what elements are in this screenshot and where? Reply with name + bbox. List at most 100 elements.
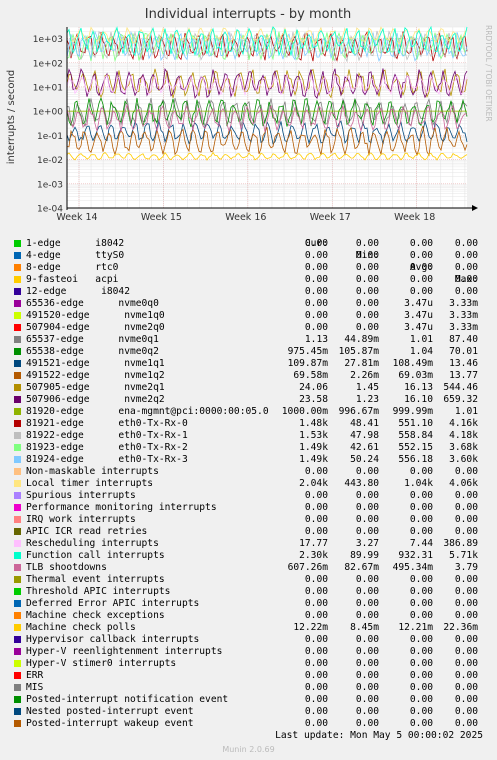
series-name: Nested posted-interrupt event <box>26 706 194 717</box>
legend-swatch <box>14 360 21 367</box>
legend: Cur: Min: Avg: Max: 1-edge i8042 0.00 0.00… <box>0 226 497 730</box>
series-max: 0.00 <box>454 634 478 645</box>
legend-swatch <box>14 300 21 307</box>
legend-swatch <box>14 708 21 715</box>
legend-swatch <box>14 600 21 607</box>
legend-swatch <box>14 396 21 403</box>
series-max: 70.01 <box>449 346 478 357</box>
legend-row: 491521-edge nvme1q1 109.87m 27.81m 108.49m 1… <box>0 358 497 370</box>
legend-swatch <box>14 276 21 283</box>
legend-swatch <box>14 528 21 535</box>
legend-row: 491520-edge nvme1q0 0.00 0.00 3.47u 3.33m <box>0 310 497 322</box>
legend-row: Rescheduling interrupts 17.77 3.27 7.44 386.… <box>0 538 497 550</box>
legend-row: Hyper-V reenlightenment interrupts 0.00 0.… <box>0 646 497 658</box>
legend-swatch <box>14 684 21 691</box>
series-name: MIS <box>26 682 44 693</box>
series-name: Performance monitoring interrupts <box>26 502 217 513</box>
y-tick-label: 1e+03 <box>33 35 63 45</box>
legend-swatch <box>14 408 21 415</box>
legend-swatch <box>14 240 21 247</box>
series-name: 1-edge i8042 <box>26 238 125 249</box>
series-name: 12-edge i8042 <box>26 286 130 297</box>
series-name: Thermal event interrupts <box>26 574 165 585</box>
y-tick-label: 1e+00 <box>33 108 64 118</box>
legend-row: Spurious interrupts 0.00 0.00 0.00 0.00 <box>0 490 497 502</box>
series-max: 0.00 <box>454 250 478 261</box>
series-max: 3.68k <box>449 442 478 453</box>
series-name: 81921-edge eth0-Tx-Rx-0 <box>26 418 188 429</box>
series-max: 4.18k <box>449 430 478 441</box>
series-max: 0.00 <box>454 466 478 477</box>
legend-row: Local timer interrupts 2.04k 443.80 1.04k 4.… <box>0 478 497 490</box>
series-name: Hyper-V stimer0 interrupts <box>26 658 177 669</box>
series-name: APIC ICR read retries <box>26 526 148 537</box>
legend-row: Posted-interrupt wakeup event 0.00 0.00 0.0… <box>0 718 497 730</box>
legend-row: 507905-edge nvme2q1 24.06 1.45 16.13 544.46 <box>0 382 497 394</box>
series-max: 0.00 <box>454 706 478 717</box>
legend-row: 1-edge i8042 0.00 0.00 0.00 0.00 <box>0 238 497 250</box>
x-tick-label: Week 16 <box>225 212 266 223</box>
series-name: 507906-edge nvme2q2 <box>26 394 165 405</box>
legend-row: Non-maskable interrupts 0.00 0.00 0.00 0.00 <box>0 466 497 478</box>
legend-row: 81924-edge eth0-Tx-Rx-3 1.49k 50.24 556.18 3… <box>0 454 497 466</box>
series-name: 65537-edge nvme0q1 <box>26 334 159 345</box>
series-name: 507904-edge nvme2q0 <box>26 322 165 333</box>
y-tick-label: 1e+01 <box>33 83 63 93</box>
series-max: 0.00 <box>454 718 478 729</box>
series-max: 3.60k <box>449 454 478 465</box>
series-max: 3.33m <box>449 310 478 321</box>
series-max: 0.00 <box>454 238 478 249</box>
legend-row: ERR 0.00 0.00 0.00 0.00 <box>0 670 497 682</box>
series-max: 0.00 <box>454 682 478 693</box>
x-axis-arrow <box>472 205 478 211</box>
series-max: 0.00 <box>454 646 478 657</box>
legend-swatch <box>14 432 21 439</box>
legend-row: Machine check polls 12.22m 8.45m 12.21m 22.3… <box>0 622 497 634</box>
legend-row: 81922-edge eth0-Tx-Rx-1 1.53k 47.98 558.84 4… <box>0 430 497 442</box>
legend-row: 65536-edge nvme0q0 0.00 0.00 3.47u 3.33m <box>0 298 497 310</box>
series-max: 386.89 <box>443 538 478 549</box>
x-tick-label: Week 14 <box>56 212 97 223</box>
series-name: Rescheduling interrupts <box>26 538 159 549</box>
series-max: 87.40 <box>449 334 478 345</box>
series-max: 0.00 <box>454 586 478 597</box>
legend-row: TLB shootdowns 607.26m 82.67m 495.34m 3.79 <box>0 562 497 574</box>
series-max: 659.32 <box>443 394 478 405</box>
legend-row: Performance monitoring interrupts 0.00 0.0… <box>0 502 497 514</box>
munin-version: Munin 2.0.69 <box>222 745 275 754</box>
legend-row: 8-edge rtc0 0.00 0.00 0.00 0.00 <box>0 262 497 274</box>
series-max: 13.77 <box>449 370 478 381</box>
series-name: Posted-interrupt wakeup event <box>26 718 194 729</box>
series-name: Machine check polls <box>26 622 136 633</box>
series-name: Non-maskable interrupts <box>26 466 159 477</box>
y-tick-label: 1e-02 <box>37 156 63 166</box>
legend-swatch <box>14 480 21 487</box>
series-name: 4-edge ttyS0 <box>26 250 125 261</box>
series-max: 4.16k <box>449 418 478 429</box>
series-name: Posted-interrupt notification event <box>26 694 229 705</box>
last-update: Last update: Mon May 5 00:00:02 2025 <box>275 730 483 741</box>
series-name: 65538-edge nvme0q2 <box>26 346 159 357</box>
legend-swatch <box>14 504 21 511</box>
legend-row: MIS 0.00 0.00 0.00 0.00 <box>0 682 497 694</box>
legend-row: 491522-edge nvme1q2 69.58m 2.26m 69.03m 13.7… <box>0 370 497 382</box>
series-max: 5.71k <box>449 550 478 561</box>
legend-swatch <box>14 336 21 343</box>
series-name: 8-edge rtc0 <box>26 262 119 273</box>
series-name: ERR <box>26 670 44 681</box>
series-name: Local timer interrupts <box>26 478 154 489</box>
legend-swatch <box>14 312 21 319</box>
legend-rows: 1-edge i8042 0.00 0.00 0.00 0.00 4-edge ttyS0… <box>0 238 497 730</box>
legend-row: 12-edge i8042 0.00 0.00 0.00 0.00 <box>0 286 497 298</box>
legend-swatch <box>14 492 21 499</box>
legend-row: Machine check exceptions 0.00 0.00 0.00 0.00 <box>0 610 497 622</box>
series-name: IRQ work interrupts <box>26 514 136 525</box>
legend-row: 9-fasteoi acpi 0.00 0.00 0.00 0.00 <box>0 274 497 286</box>
series-name: 491522-edge nvme1q2 <box>26 370 165 381</box>
series-max: 1.01 <box>454 406 478 417</box>
legend-swatch <box>14 552 21 559</box>
legend-swatch <box>14 444 21 451</box>
series-max: 4.06k <box>449 478 478 489</box>
legend-swatch <box>14 648 21 655</box>
legend-row: IRQ work interrupts 0.00 0.00 0.00 0.00 <box>0 514 497 526</box>
